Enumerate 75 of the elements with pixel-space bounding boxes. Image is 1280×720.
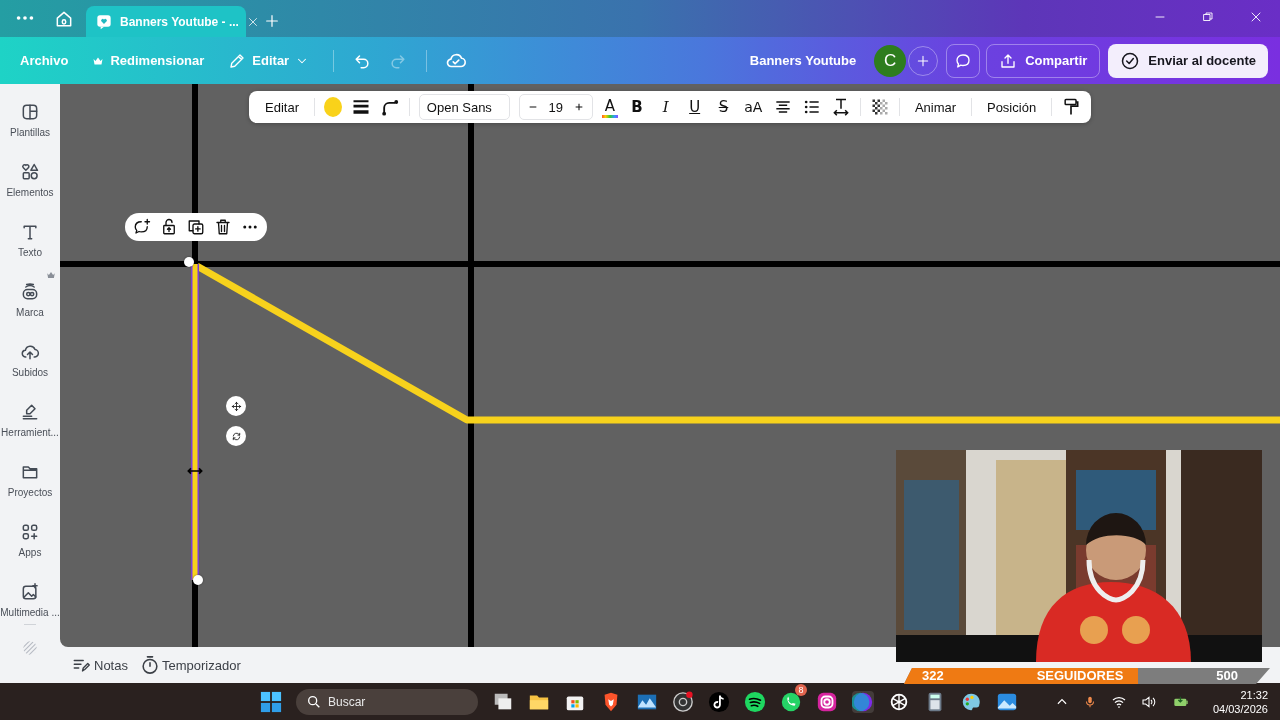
apps-icon	[20, 522, 40, 542]
upload-icon	[999, 51, 1018, 70]
image-icon	[20, 582, 40, 602]
sidebar-item[interactable]: Texto	[0, 210, 60, 270]
curve-connector-icon[interactable]	[379, 97, 400, 117]
record-icon[interactable]	[672, 690, 694, 713]
submit-button[interactable]: Enviar al docente	[1108, 43, 1268, 78]
plus-icon	[916, 53, 931, 68]
bold-button[interactable]: B	[627, 94, 647, 120]
follower-goal: 500	[1216, 668, 1238, 684]
plus-icon[interactable]	[573, 102, 584, 112]
sidebar-item[interactable]: Proyectos	[0, 450, 60, 510]
trash-icon[interactable]	[214, 218, 232, 236]
unlock-icon[interactable]	[160, 218, 178, 236]
share-button[interactable]: Compartir	[986, 43, 1101, 78]
app-circle-icon[interactable]	[852, 690, 874, 713]
search-field[interactable]: Buscar	[296, 688, 478, 715]
home-icon[interactable]	[54, 9, 74, 29]
sidebar-item[interactable]: Herramient...	[0, 390, 60, 450]
position-button[interactable]: Posición	[980, 94, 1043, 120]
font-size-stepper[interactable]: 19	[518, 94, 593, 120]
letter-case-button[interactable]: aA	[742, 94, 765, 120]
notes-button[interactable]: Notas	[72, 656, 128, 674]
avatar[interactable]: C	[874, 44, 907, 77]
rotate-icon	[230, 430, 242, 442]
speaker-icon[interactable]	[1140, 693, 1157, 710]
move-handle[interactable]	[226, 396, 246, 416]
windows-start-icon[interactable]	[260, 690, 282, 713]
search-icon	[306, 693, 322, 710]
sidebar-item[interactable]: Multimedia ...	[0, 570, 60, 630]
comment-icon	[954, 51, 973, 70]
color-swatch[interactable]	[323, 97, 342, 117]
clock-date[interactable]: 04/03/2026	[1212, 701, 1268, 716]
move-icon	[230, 400, 242, 412]
strikethrough-button[interactable]: S	[713, 94, 734, 120]
comment-button[interactable]	[946, 43, 981, 78]
font-dropdown[interactable]: Open Sans	[418, 94, 510, 120]
timer-icon	[141, 656, 158, 674]
check-circle-icon	[1120, 50, 1141, 71]
paint-roller-icon[interactable]	[1061, 97, 1081, 117]
sidebar-item[interactable]: Apps	[0, 510, 60, 570]
comment-add-icon[interactable]	[133, 218, 151, 236]
animate-button[interactable]: Animar	[908, 94, 963, 120]
camera-icon[interactable]	[816, 690, 838, 713]
followers-label: SEGUIDORES	[1036, 668, 1124, 684]
music-note-icon[interactable]	[708, 690, 730, 713]
tab-title: Banners Youtube - ...	[120, 14, 239, 29]
follower-count: 322	[922, 668, 944, 684]
shapes-icon	[20, 162, 40, 182]
italic-button[interactable]: I	[655, 94, 676, 120]
sidebar-item[interactable]: Subidos	[0, 330, 60, 390]
notification-badge: 8	[795, 683, 807, 696]
audio-wave-icon[interactable]	[744, 690, 766, 713]
sidebar-item[interactable]: Marca	[0, 270, 60, 330]
pen-icon	[20, 402, 40, 422]
duplicate-icon[interactable]	[187, 218, 205, 236]
text-color-button[interactable]: A	[601, 96, 619, 118]
font-size-value[interactable]: 19	[548, 99, 564, 115]
edit-button[interactable]: Editar	[259, 94, 305, 120]
close-icon[interactable]	[1250, 11, 1262, 23]
document-title[interactable]: Banners Youtube	[749, 53, 857, 68]
sidebar-item[interactable]: Plantillas	[0, 90, 60, 150]
clock-time[interactable]: 21:32	[1240, 687, 1268, 702]
resize-cursor-icon	[187, 466, 203, 476]
sidebar-item[interactable]: Elementos	[0, 150, 60, 210]
close-icon[interactable]	[246, 15, 259, 28]
restore-icon[interactable]	[1202, 11, 1214, 23]
rotate-handle[interactable]	[226, 426, 246, 446]
text-icon	[20, 222, 40, 242]
hatch-icon	[21, 639, 39, 657]
timer-button[interactable]: Temporizador	[141, 656, 241, 674]
brand-icon	[20, 282, 40, 302]
templates-icon	[20, 102, 40, 122]
underline-button[interactable]: U	[684, 94, 705, 120]
crown-icon	[46, 270, 56, 280]
